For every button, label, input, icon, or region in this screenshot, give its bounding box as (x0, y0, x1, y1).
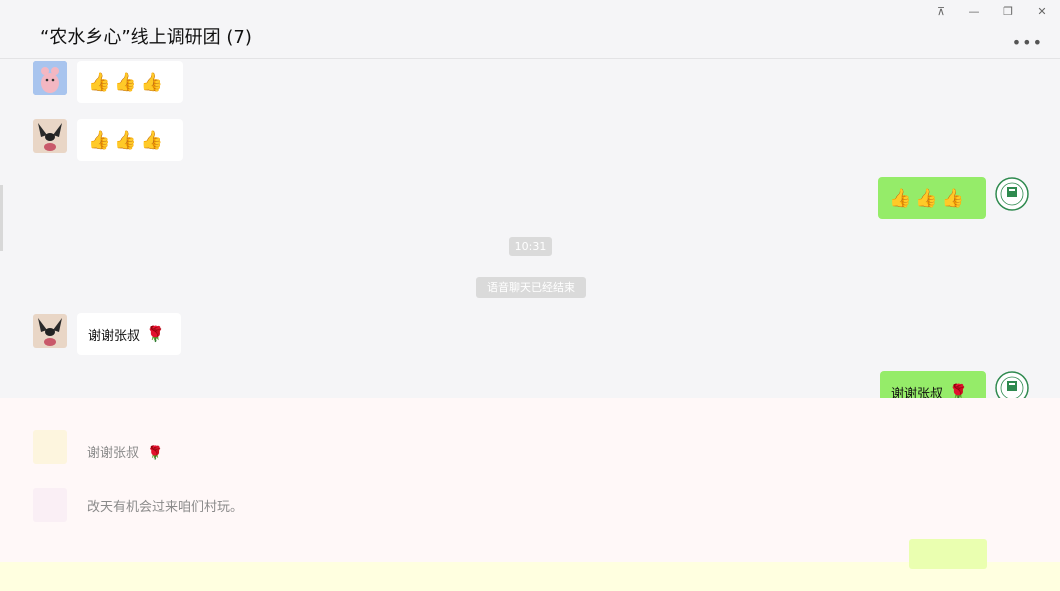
logo-avatar-icon[interactable] (995, 177, 1029, 211)
thumbs-up-icon: 👍 (114, 71, 137, 93)
minimize-button[interactable]: — (961, 2, 987, 22)
rose-icon: 🌹 (146, 325, 165, 343)
thumbs-up-icon: 👍 (140, 71, 164, 93)
timestamp: 10:31 (509, 237, 552, 256)
message-text: 谢谢张叔 (87, 446, 140, 461)
message-bubble[interactable]: 👍 👍 👍 (77, 61, 183, 103)
message-bubble[interactable]: 👍 👍 👍 (77, 119, 183, 161)
own-message-bubble[interactable]: 👍 👍 👍 (878, 177, 986, 219)
more-options-button[interactable]: ••• (1012, 33, 1043, 52)
message-bubble[interactable]: 谢谢张叔 🌹 (77, 313, 181, 355)
dog-avatar-icon[interactable] (33, 314, 67, 348)
dog-avatar-icon[interactable] (33, 430, 67, 464)
thumbs-up-icon: 👍 (915, 187, 938, 209)
thumbs-up-icon: 👍 (140, 129, 164, 151)
maximize-button[interactable]: ❐ (995, 2, 1021, 22)
thumbs-up-icon: 👍 (88, 71, 111, 93)
close-button[interactable]: ✕ (1029, 2, 1055, 22)
message-text: 谢谢张叔 (88, 328, 141, 344)
faded-message: 谢谢张叔 🌹 (87, 442, 163, 461)
chat-title: “农水乡心”线上调研团 (7) (40, 27, 252, 48)
faded-overlay-bottom (0, 562, 1060, 591)
rose-icon: 🌹 (147, 446, 164, 461)
title-bar: “农水乡心”线上调研团 (7) ⊼ — ❐ ✕ ••• (0, 0, 1060, 59)
dog-avatar-icon[interactable] (33, 119, 67, 153)
thumbs-up-icon: 👍 (114, 129, 137, 151)
scroll-rail[interactable] (0, 185, 3, 251)
thumbs-up-icon: 👍 (941, 187, 965, 209)
thumbs-up-icon: 👍 (88, 129, 111, 151)
pig-avatar-icon[interactable] (33, 61, 67, 95)
system-notice: 语音聊天已经结束 (476, 277, 586, 298)
thumbs-up-icon: 👍 (889, 187, 912, 209)
pig-avatar-icon[interactable] (33, 488, 67, 522)
faded-message: 改天有机会过来咱们村玩。 (87, 500, 244, 515)
send-button[interactable] (909, 539, 987, 569)
pin-icon[interactable]: ⊼ (928, 2, 954, 22)
